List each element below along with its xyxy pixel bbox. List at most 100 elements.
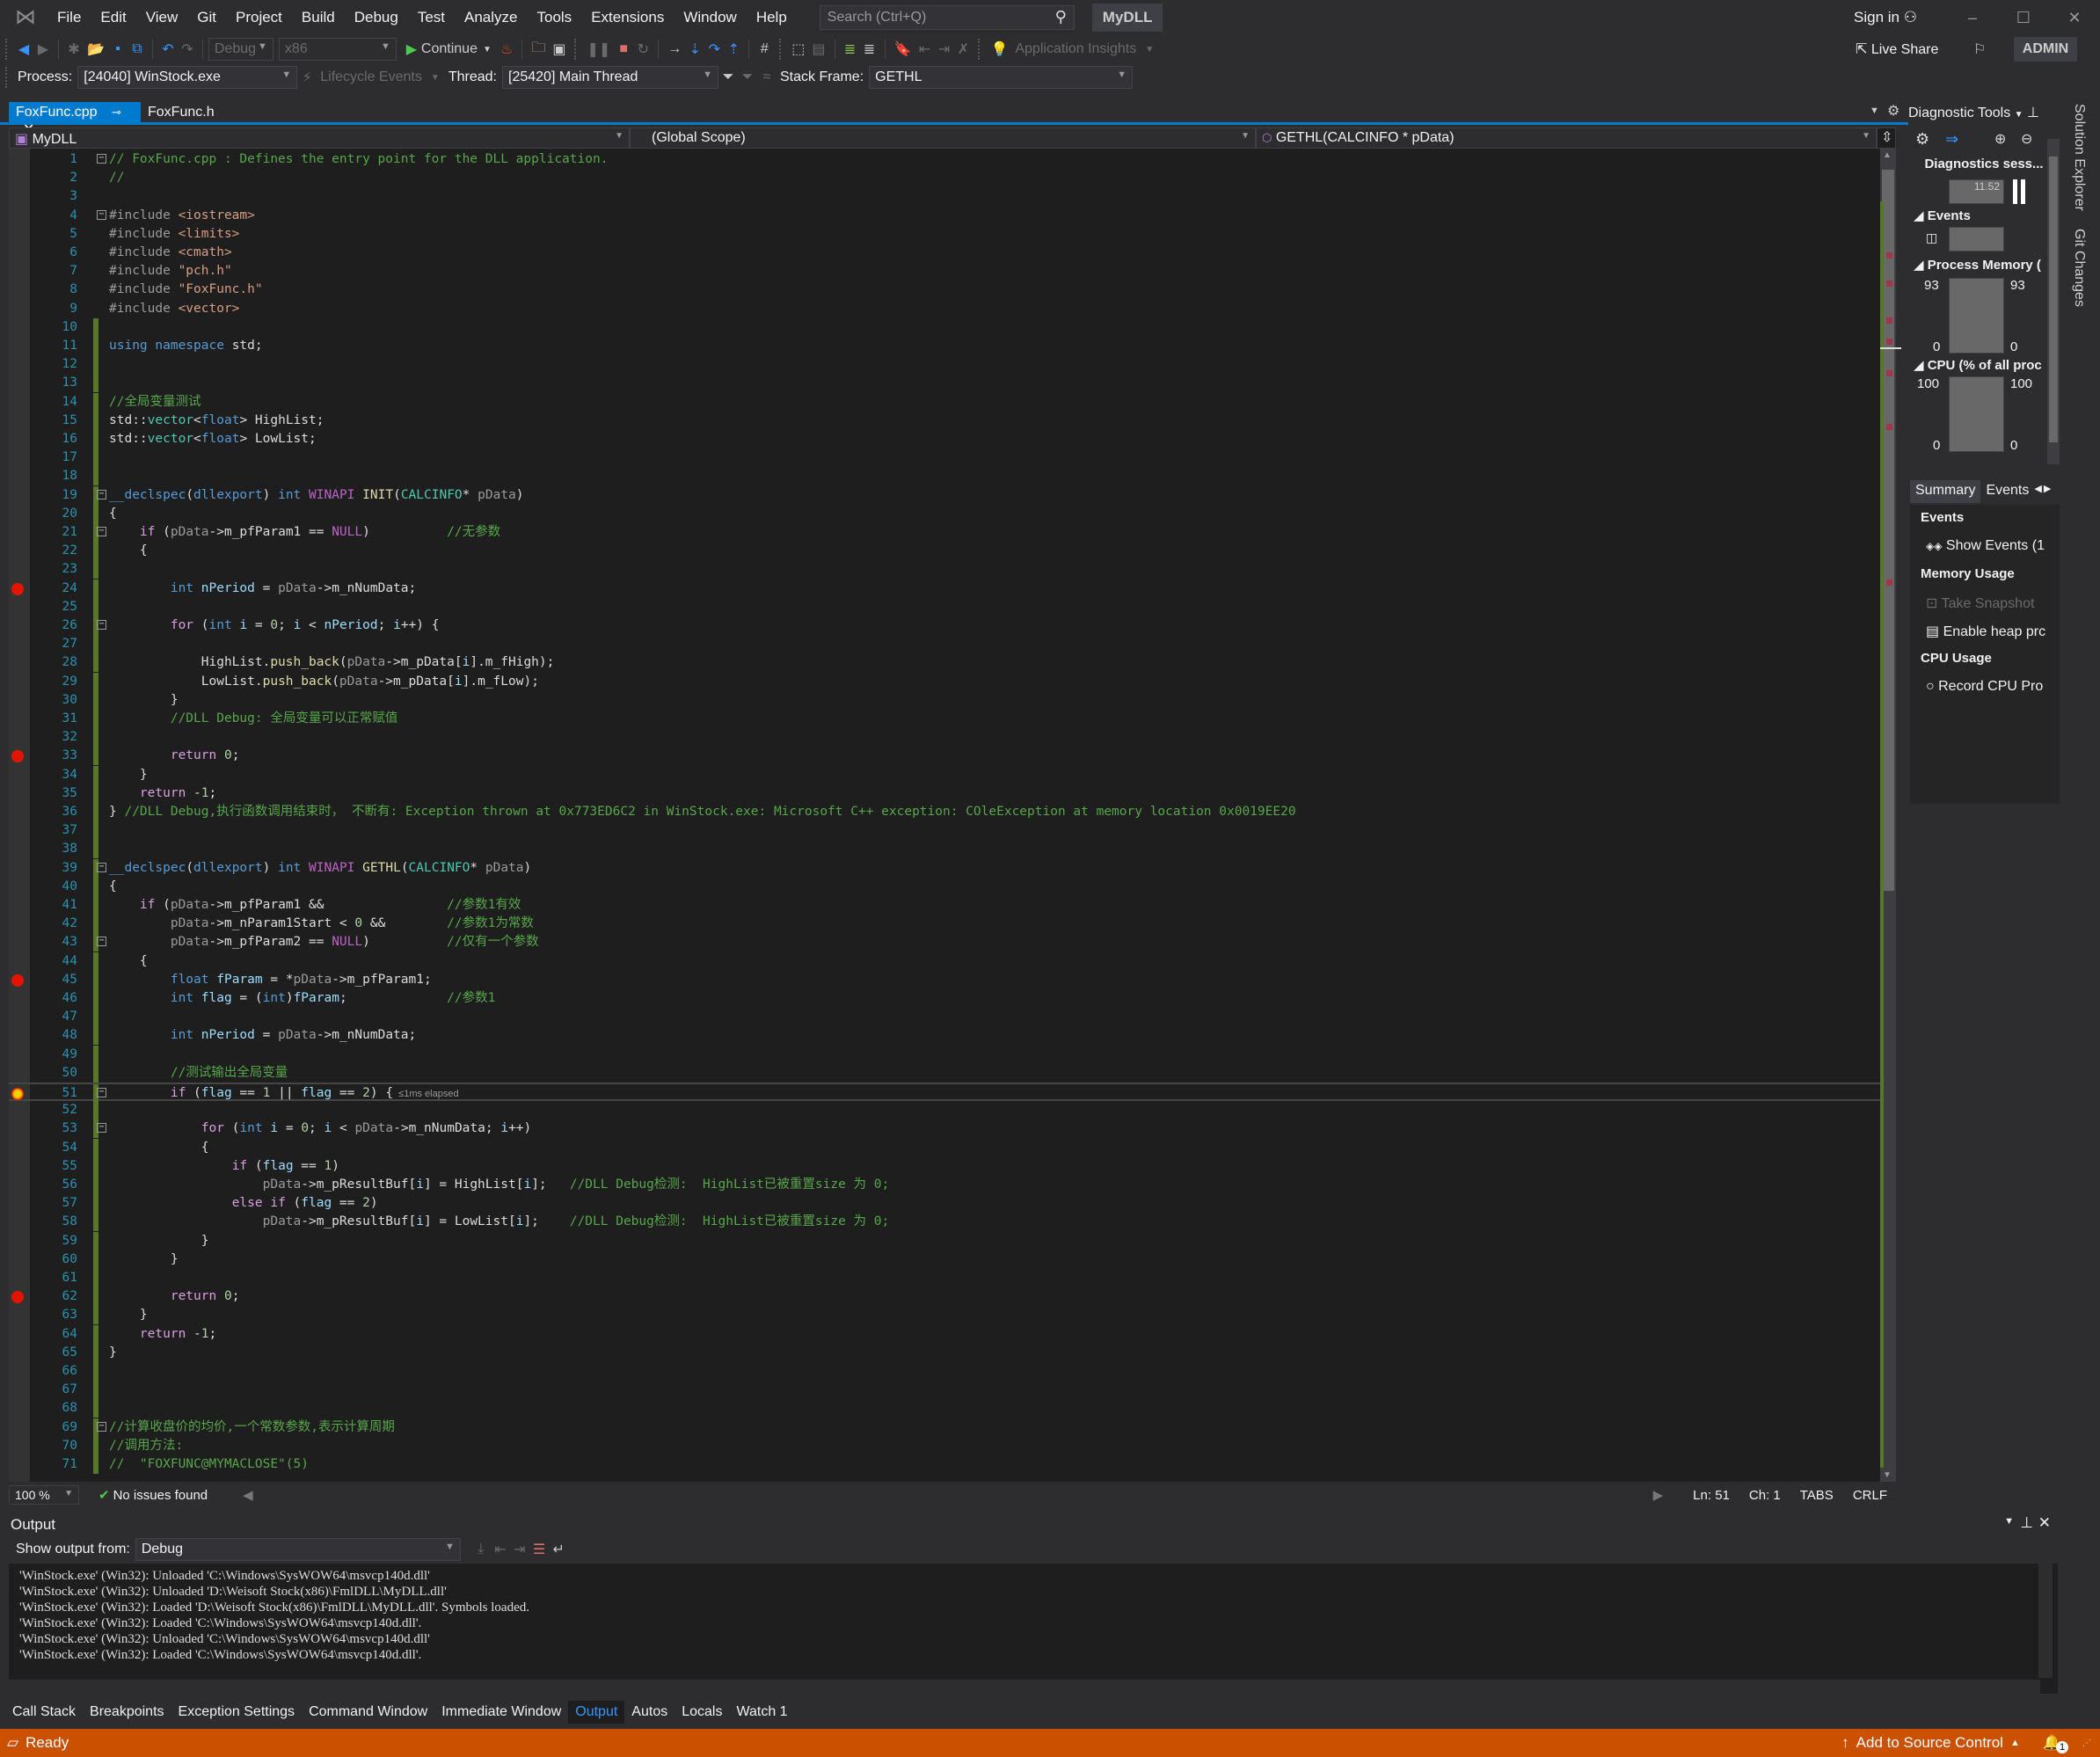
process-dropdown[interactable]: [24040] WinStock.exe ▼: [77, 66, 298, 89]
code-line[interactable]: 66: [9, 1362, 1880, 1381]
tab-immediate-window[interactable]: Immediate Window: [434, 1701, 568, 1724]
code-line[interactable]: 47: [9, 1008, 1880, 1027]
git-changes-tab[interactable]: Git Changes: [2071, 229, 2087, 307]
next-bookmark-icon[interactable]: ⇥: [934, 38, 953, 61]
code-line[interactable]: 58 pData->m_pResultBuf[i] = LowList[i]; …: [9, 1213, 1880, 1232]
collapse-region-icon[interactable]: −: [97, 1088, 106, 1097]
restart-icon[interactable]: ↻: [633, 38, 653, 61]
menu-file[interactable]: File: [47, 9, 91, 26]
code-line[interactable]: 6 #include <cmath>: [9, 244, 1880, 262]
comment-lines-icon[interactable]: ≣: [841, 38, 860, 61]
code-line[interactable]: 59 }: [9, 1231, 1880, 1250]
line-ending-indicator[interactable]: CRLF: [1853, 1488, 1887, 1503]
application-insights-button[interactable]: Application Insights: [1011, 38, 1140, 61]
tab-command-window[interactable]: Command Window: [302, 1701, 434, 1724]
open-file-icon[interactable]: 📂: [84, 38, 108, 61]
line-number-indicator[interactable]: Ln: 51: [1693, 1488, 1730, 1503]
code-line[interactable]: 22 {: [9, 542, 1880, 561]
hex-display-icon[interactable]: #: [755, 38, 774, 61]
output-pin-icon[interactable]: ⊥: [2020, 1514, 2033, 1532]
toolbar-grip[interactable]: [5, 39, 9, 60]
tab-settings-gear-icon[interactable]: ⚙: [1887, 102, 1899, 120]
code-line[interactable]: 38: [9, 840, 1880, 859]
zoom-in-icon[interactable]: ⊕: [1994, 130, 2006, 148]
diag-scrollbar-thumb[interactable]: [2049, 157, 2058, 442]
source-control-caret-icon[interactable]: ▲: [2010, 1738, 2020, 1748]
step-out-icon[interactable]: ⇡: [724, 38, 743, 61]
sign-in-button[interactable]: Sign in ⚇: [1854, 9, 1917, 26]
code-editor[interactable]: 1−// FoxFunc.cpp : Defines the entry poi…: [9, 149, 1880, 1482]
select-element-icon[interactable]: ⬚: [788, 38, 808, 61]
code-line[interactable]: 16 std::vector<float> LowList;: [9, 430, 1880, 448]
code-line[interactable]: 17: [9, 448, 1880, 468]
code-line[interactable]: 20 {: [9, 504, 1880, 523]
code-line[interactable]: 55 if (flag == 1): [9, 1156, 1880, 1176]
timeline-ruler[interactable]: 11.52: [1949, 179, 2004, 204]
code-line[interactable]: 23: [9, 560, 1880, 580]
prev-bookmark-icon[interactable]: ⇤: [915, 38, 934, 61]
zoom-dropdown[interactable]: 100 % ▼: [9, 1485, 79, 1505]
pause-events-icon[interactable]: ◫: [1926, 230, 1937, 245]
show-threads-source-icon[interactable]: ≈: [757, 66, 777, 89]
code-line[interactable]: 1 −// FoxFunc.cpp : Defines the entry poi…: [9, 150, 1880, 169]
code-line[interactable]: 15 std::vector<float> HighList;: [9, 411, 1880, 430]
menu-view[interactable]: View: [136, 9, 188, 26]
application-insights-dropdown-icon[interactable]: ▼: [1140, 38, 1159, 61]
collapse-region-icon[interactable]: −: [97, 527, 106, 536]
code-line[interactable]: 67: [9, 1381, 1880, 1400]
tab-summary[interactable]: Summary: [1910, 480, 1981, 503]
collapse-region-icon[interactable]: −: [97, 1123, 106, 1134]
code-line[interactable]: 29 LowList.push_back(pData->m_pData[i].m…: [9, 672, 1880, 691]
menu-help[interactable]: Help: [747, 9, 797, 26]
code-line[interactable]: 31 //DLL Debug: 全局变量可以正常赋值: [9, 710, 1880, 728]
save-all-icon[interactable]: ⧉: [128, 38, 147, 61]
breakpoint-icon[interactable]: [11, 1291, 24, 1304]
menu-project[interactable]: Project: [226, 9, 292, 26]
next-message-icon[interactable]: ⇥: [510, 1538, 529, 1561]
code-line[interactable]: 39 − __declspec(dllexport) int WINAPI GETH…: [9, 858, 1880, 878]
break-all-icon[interactable]: ❚❚: [583, 38, 614, 61]
collapse-region-icon[interactable]: −: [97, 937, 106, 947]
menu-git[interactable]: Git: [187, 9, 226, 26]
current-statement-breakpoint-icon[interactable]: [11, 1088, 24, 1100]
panel-menu-dropdown-icon[interactable]: ▼: [2015, 110, 2023, 120]
resize-grip-icon[interactable]: ⋰: [2082, 1739, 2091, 1748]
output-text[interactable]: 'WinStock.exe' (Win32): Unloaded 'C:\Win…: [9, 1564, 2040, 1678]
code-line[interactable]: 43 − pData->m_pfParam2 == NULL) //仅有一个参数: [9, 933, 1880, 952]
add-to-source-control-button[interactable]: Add to Source Control: [1856, 1734, 2003, 1752]
h-scroll-right-icon[interactable]: ▶: [1653, 1487, 1664, 1503]
menu-analyze[interactable]: Analyze: [455, 9, 527, 26]
continue-play-icon[interactable]: ▶: [402, 38, 421, 61]
collapse-region-icon[interactable]: −: [97, 620, 106, 630]
bookmark-icon[interactable]: 🔖: [891, 38, 915, 61]
member-dropdown[interactable]: ⬡ GETHL(CALCINFO * pData) ▼: [1256, 128, 1877, 149]
indentation-indicator[interactable]: TABS: [1800, 1488, 1834, 1503]
zoom-out-icon[interactable]: ⊖: [2021, 130, 2032, 148]
undo-icon[interactable]: ↶: [158, 38, 178, 61]
menu-tools[interactable]: Tools: [528, 9, 582, 26]
output-menu-dropdown-icon[interactable]: ▼: [2004, 1516, 2014, 1527]
step-into-icon[interactable]: ⇣: [685, 38, 704, 61]
redo-icon[interactable]: ↷: [178, 38, 197, 61]
code-line[interactable]: 26 − for (int i = 0; i < nPeriod; i++) {: [9, 616, 1880, 635]
code-line[interactable]: 12: [9, 355, 1880, 375]
menu-window[interactable]: Window: [674, 9, 746, 26]
code-line[interactable]: 9 #include <vector>: [9, 300, 1880, 318]
live-share-button[interactable]: ⇱ Live Share: [1856, 40, 1938, 58]
scroll-down-icon[interactable]: ▼: [1883, 1470, 1892, 1480]
search-box[interactable]: Search (Ctrl+Q) ⚲: [819, 5, 1075, 30]
select-tools-export-icon[interactable]: ⇒: [1945, 130, 1958, 149]
open-folder-search-icon[interactable]: 🗀: [528, 38, 549, 61]
navigate-forward-icon[interactable]: ▶: [33, 38, 53, 61]
show-next-statement-icon[interactable]: →: [664, 38, 685, 61]
breakpoint-icon[interactable]: [11, 750, 24, 763]
code-line[interactable]: 24 int nPeriod = pData->m_nNumData;: [9, 579, 1880, 598]
hot-reload-icon[interactable]: ♨: [497, 38, 516, 61]
show-events-button[interactable]: ◈◈ Show Events (1: [1926, 538, 2045, 554]
code-line[interactable]: 46 int flag = (int)fParam; //参数1: [9, 989, 1880, 1008]
continue-dropdown-icon[interactable]: ▼: [478, 38, 497, 61]
close-window-button[interactable]: ✕: [2049, 0, 2100, 35]
uncomment-lines-icon[interactable]: ≣: [860, 38, 879, 61]
h-scroll-left-icon[interactable]: ◀: [243, 1487, 253, 1503]
tab-foxfunc-h[interactable]: FoxFunc.h: [141, 102, 222, 125]
